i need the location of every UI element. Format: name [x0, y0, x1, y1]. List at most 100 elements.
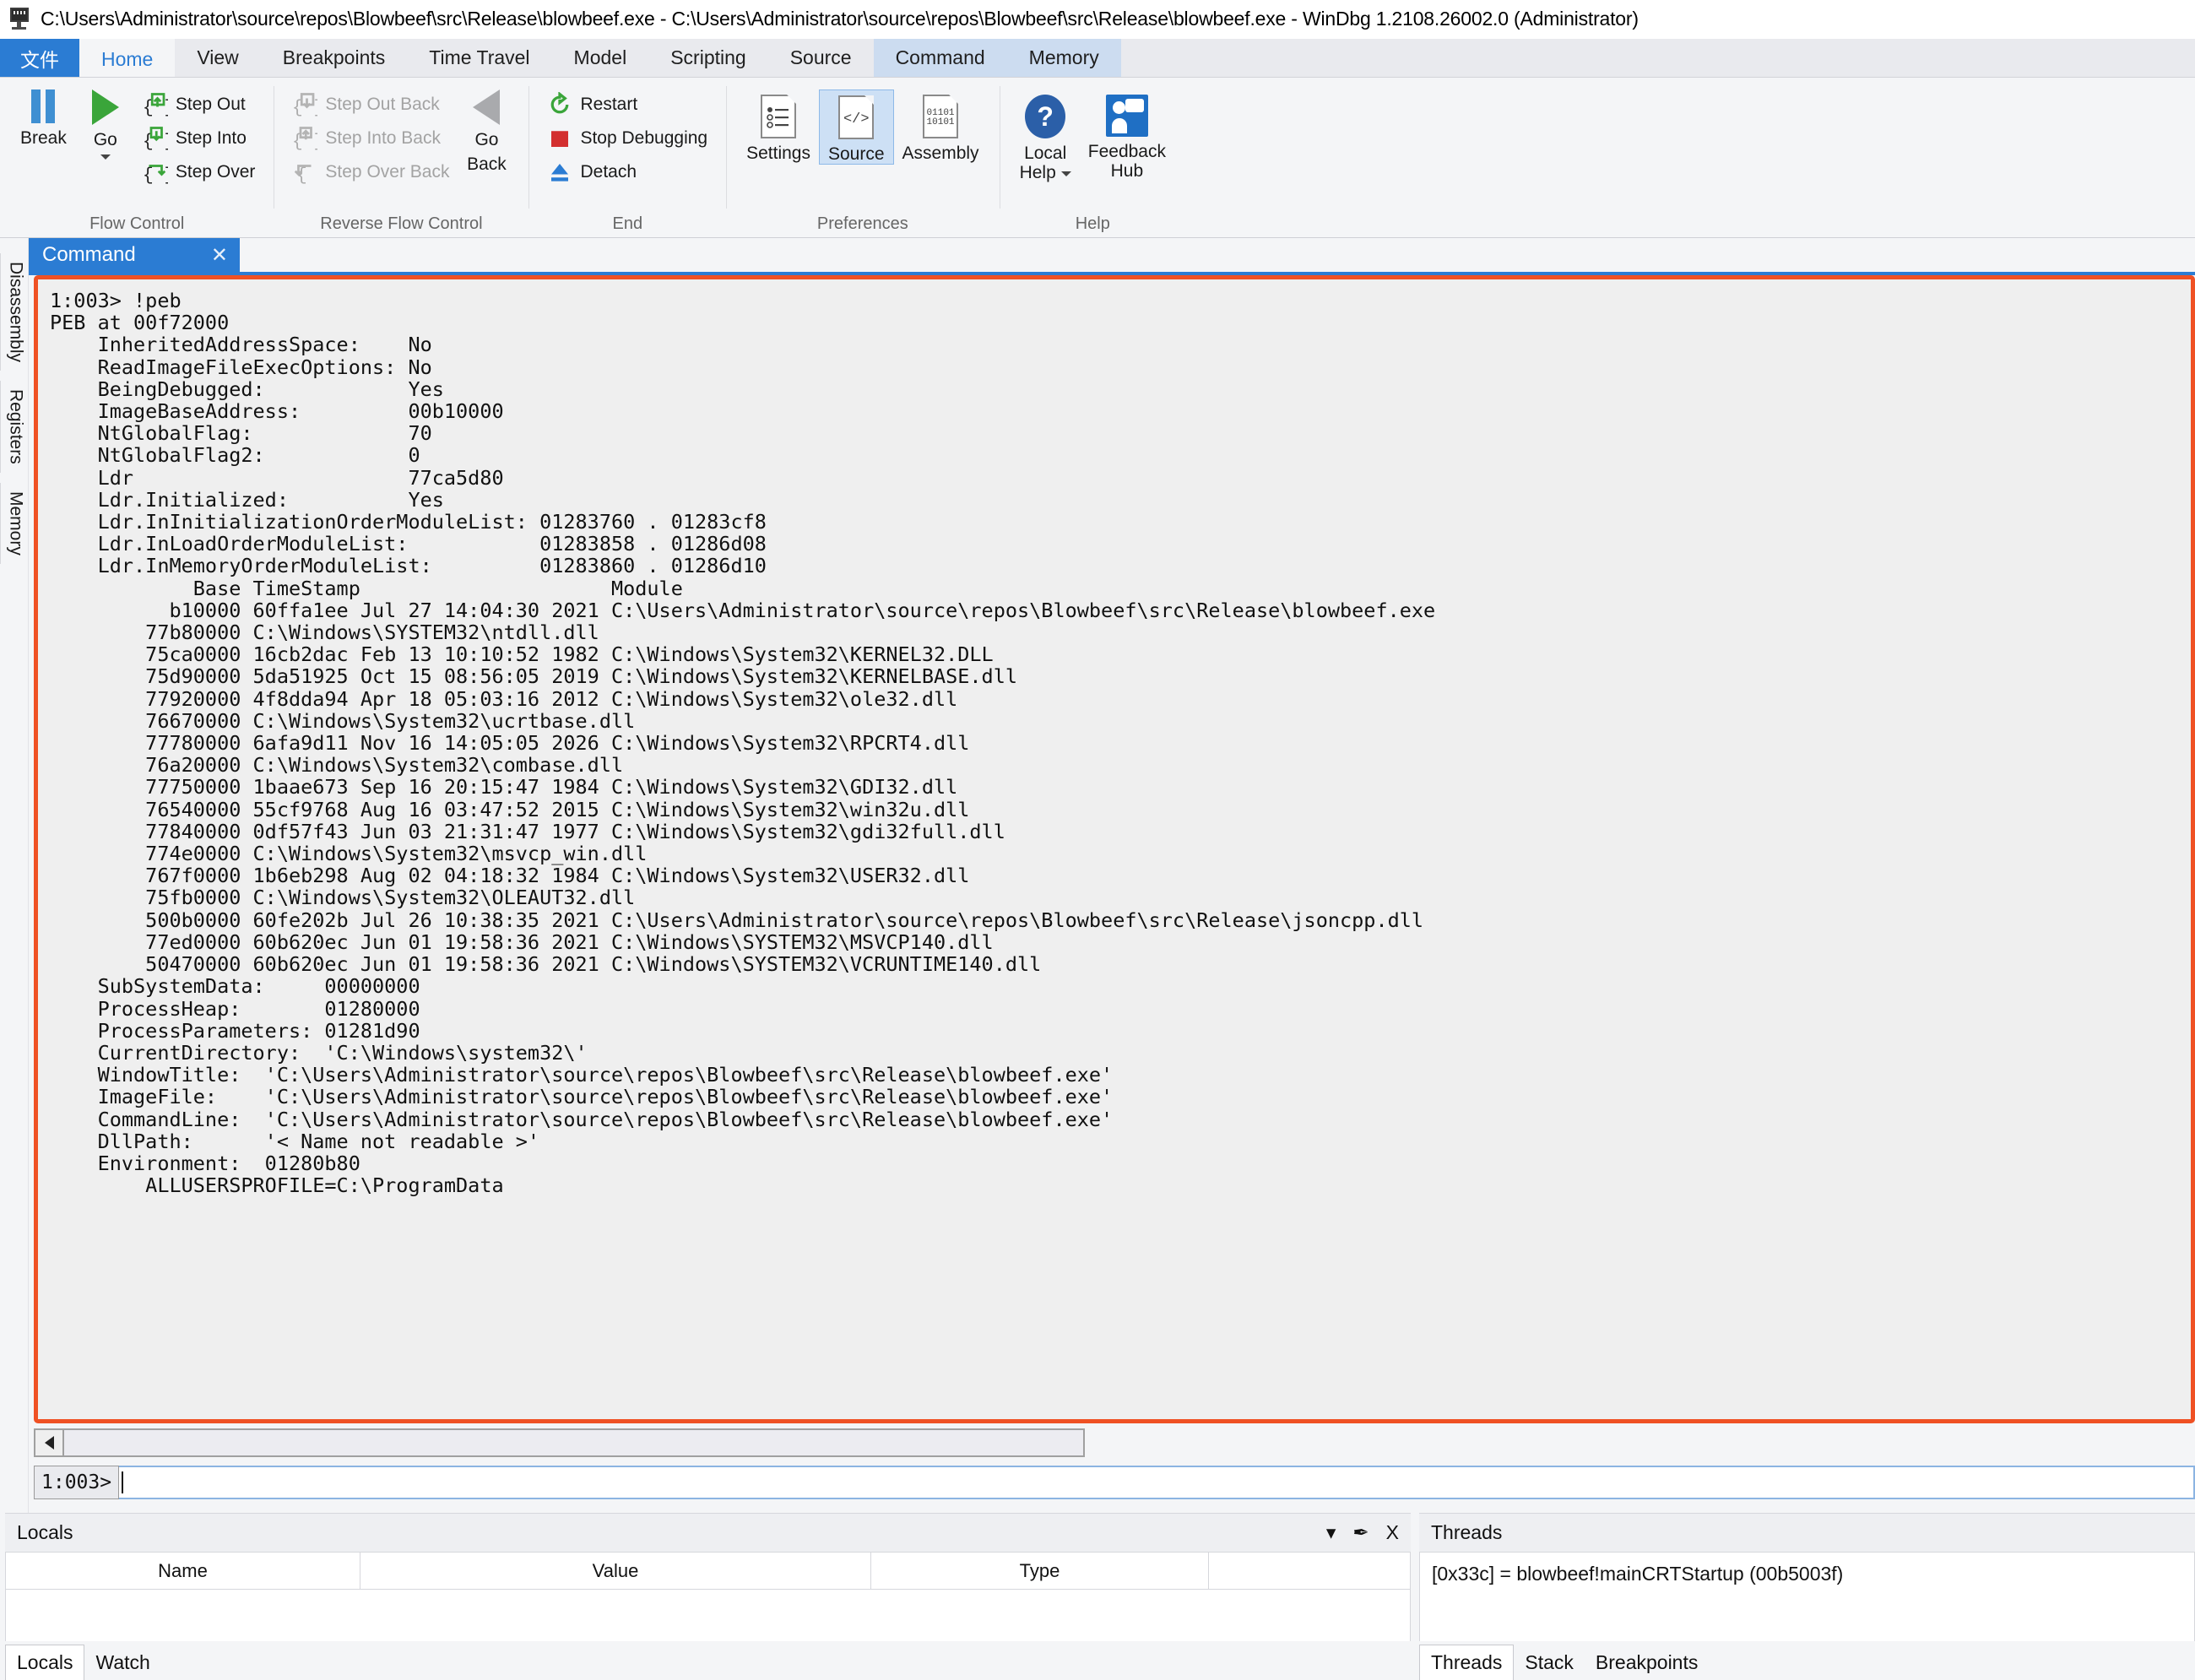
step-into-back-label: Step Into Back	[325, 128, 441, 148]
ribbon-tab-command[interactable]: Command	[873, 39, 1007, 77]
play-back-icon	[473, 89, 501, 125]
prompt-label: 1:003>	[34, 1466, 120, 1499]
step-into-button[interactable]: { } Step Into	[136, 122, 263, 155]
list-item[interactable]: [0x33c] = blowbeef!mainCRTStartup (00b50…	[1420, 1553, 2194, 1596]
pin-icon[interactable]: ✒	[1352, 1521, 1368, 1544]
preferences-group-title: Preferences	[816, 214, 908, 233]
feedback-hub-icon	[1105, 95, 1148, 137]
close-icon[interactable]: X	[1386, 1521, 1399, 1544]
step-out-button[interactable]: { } Step Out	[136, 88, 263, 122]
step-over-label: Step Over	[175, 162, 256, 182]
tab-watch[interactable]: Watch	[84, 1645, 160, 1680]
command-input[interactable]	[119, 1466, 2195, 1499]
go-label: Go	[93, 130, 117, 149]
step-into-back-button[interactable]: { } Step Into Back	[285, 122, 456, 155]
step-out-back-icon: { }	[292, 93, 317, 117]
locals-column-type[interactable]: Type	[871, 1553, 1209, 1589]
windbg-app-icon	[8, 7, 34, 32]
command-pane-tabrow: Command ✕	[29, 238, 2195, 272]
tab-stack[interactable]: Stack	[1514, 1645, 1585, 1680]
break-label: Break	[20, 128, 67, 148]
sidebar-item-disassembly[interactable]: Disassembly	[0, 253, 31, 371]
tab-locals[interactable]: Locals	[5, 1645, 85, 1680]
step-over-back-label: Step Over Back	[325, 162, 450, 182]
text-caret	[122, 1471, 124, 1493]
feedback-hub-button[interactable]: Feedback Hub	[1080, 89, 1174, 181]
ribbon-tab-home[interactable]: Home	[79, 39, 176, 77]
restart-icon	[551, 92, 569, 114]
locals-column-name[interactable]: Name	[6, 1553, 360, 1589]
close-icon[interactable]: ✕	[211, 243, 228, 268]
window-title: C:\Users\Administrator\source\repos\Blow…	[41, 8, 1639, 30]
locals-dock-tabs: Locals Watch	[5, 1641, 1411, 1680]
command-pane: Command ✕ 1:003> !peb PEB at 00f72000 In…	[29, 238, 2195, 1513]
ribbon-tab-scripting[interactable]: Scripting	[648, 39, 767, 77]
ribbon-tab-file[interactable]: 文件	[0, 39, 79, 77]
scrollbar-thumb[interactable]	[64, 1430, 1083, 1455]
sidebar-item-memory[interactable]: Memory	[0, 482, 31, 564]
source-label: Source	[827, 144, 885, 164]
sidebar-item-registers[interactable]: Registers	[0, 381, 31, 473]
console-horizontal-scrollbar[interactable]	[34, 1428, 1085, 1457]
threads-dock-header: Threads	[1419, 1513, 2195, 1552]
tab-breakpoints[interactable]: Breakpoints	[1585, 1645, 1709, 1680]
step-out-back-button[interactable]: { } Step Out Back	[285, 88, 456, 122]
local-help-button[interactable]: ? Local Help	[1011, 89, 1080, 182]
ribbon-group-preferences: Settings </> Source 01101 10101 Assembly …	[726, 78, 999, 237]
ribbon-group-end: Restart Stop Debugging Detach End	[528, 78, 726, 237]
locals-table[interactable]: Name Value Type	[5, 1552, 1411, 1641]
step-over-back-button[interactable]: { } Step Over Back	[285, 155, 456, 189]
detach-label: Detach	[580, 162, 637, 182]
stop-debugging-button[interactable]: Stop Debugging	[540, 122, 714, 155]
source-button[interactable]: </> Source	[818, 89, 894, 165]
command-output-console[interactable]: 1:003> !peb PEB at 00f72000 InheritedAdd…	[34, 275, 2195, 1423]
feedback-hub-label-1: Feedback	[1087, 142, 1166, 161]
assembly-button[interactable]: 01101 10101 Assembly	[894, 89, 988, 163]
restart-button[interactable]: Restart	[540, 88, 714, 122]
detach-button[interactable]: Detach	[540, 155, 714, 189]
locals-dock-header: Locals ▾ ✒ X	[5, 1513, 1411, 1552]
ribbon-group-flow-control: Break Go { } Step Out { }	[0, 78, 274, 237]
command-prompt-row: 1:003>	[34, 1466, 2195, 1499]
step-into-label: Step Into	[175, 128, 247, 148]
help-group-title: Help	[1075, 214, 1110, 233]
locals-dock: Locals ▾ ✒ X Name Value Type Locals Watc…	[5, 1513, 1411, 1680]
tab-command[interactable]: Command ✕	[29, 238, 240, 272]
step-out-icon: { }	[143, 93, 168, 117]
assembly-label: Assembly	[902, 144, 979, 163]
tab-threads[interactable]: Threads	[1419, 1645, 1515, 1680]
threads-dock-tabs: Threads Stack Breakpoints	[1419, 1641, 2195, 1680]
ribbon-tab-breakpoints[interactable]: Breakpoints	[261, 39, 407, 77]
flow-control-group-title: Flow Control	[89, 214, 185, 233]
settings-label: Settings	[746, 144, 810, 163]
ribbon-tab-source[interactable]: Source	[768, 39, 874, 77]
step-over-button[interactable]: { } Step Over	[136, 155, 263, 189]
step-into-icon: { }	[143, 127, 168, 151]
locals-dock-title: Locals	[17, 1521, 73, 1543]
break-button[interactable]: Break	[12, 84, 75, 148]
local-help-label-2: Help	[1019, 163, 1056, 183]
console-outer: 1:003> !peb PEB at 00f72000 InheritedAdd…	[29, 275, 2195, 1423]
settings-doc-icon	[761, 95, 797, 138]
chevron-down-icon[interactable]	[100, 154, 111, 160]
threads-list[interactable]: [0x33c] = blowbeef!mainCRTStartup (00b50…	[1419, 1552, 2195, 1641]
ribbon-tabstrip: 文件 Home View Breakpoints Time Travel Mod…	[0, 39, 2195, 78]
play-icon	[91, 89, 119, 125]
stop-square-icon	[551, 131, 569, 147]
local-help-chevron-down-icon[interactable]	[1060, 171, 1071, 177]
go-back-button[interactable]: Go Back	[456, 84, 517, 174]
ribbon-tab-model[interactable]: Model	[552, 39, 649, 77]
command-output-text: 1:003> !peb PEB at 00f72000 InheritedAdd…	[50, 289, 1436, 1198]
locals-column-value[interactable]: Value	[360, 1553, 871, 1589]
step-over-back-icon: { }	[295, 165, 317, 185]
restart-label: Restart	[580, 95, 638, 114]
ribbon-tab-time-travel[interactable]: Time Travel	[407, 39, 551, 77]
ribbon-tab-memory[interactable]: Memory	[1006, 39, 1121, 77]
settings-button[interactable]: Settings	[738, 89, 819, 163]
local-help-label-1: Local	[1024, 144, 1067, 163]
locals-column-filler	[1209, 1553, 1410, 1589]
go-button[interactable]: Go	[75, 84, 136, 160]
scroll-left-arrow-icon[interactable]	[35, 1430, 64, 1455]
chevron-down-icon[interactable]: ▾	[1326, 1521, 1336, 1544]
ribbon-tab-view[interactable]: View	[175, 39, 260, 77]
